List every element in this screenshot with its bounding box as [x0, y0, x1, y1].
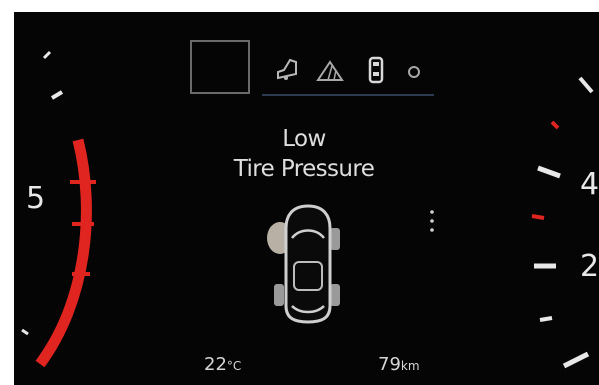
indicator-dot — [430, 228, 434, 232]
outside-temperature: 22°C — [204, 354, 241, 375]
tachometer-tick — [50, 90, 64, 100]
mode-icon-row — [272, 52, 437, 92]
speedometer-tick — [537, 165, 561, 179]
temperature-value: 22 — [204, 354, 227, 375]
temperature-unit: °C — [226, 359, 242, 373]
tachometer-redline-arc — [35, 138, 92, 368]
range-value: 79 — [378, 354, 401, 375]
info-box — [190, 40, 250, 94]
mode-underline — [262, 94, 434, 96]
tachometer-tick — [21, 328, 29, 336]
speedometer-number: 20 — [580, 249, 599, 284]
mode-icons — [277, 56, 420, 84]
indicator-dot — [430, 210, 434, 214]
car-door-icon — [368, 56, 384, 84]
instrument-cluster: 5 40 20 Low Tire Pres — [14, 12, 599, 385]
hill-road-icon — [316, 60, 344, 81]
vehicle-tilt-icon — [277, 58, 297, 80]
speedometer-tick — [562, 351, 590, 369]
speedometer-tick — [539, 316, 553, 322]
speedometer-number: 40 — [580, 167, 599, 202]
car-tire-diagram — [267, 204, 340, 324]
range-unit: km — [400, 359, 420, 373]
warning-line-1: Low — [282, 126, 326, 152]
warning-line-2: Tire Pressure — [233, 156, 375, 182]
indicator-dot — [430, 219, 434, 223]
speedometer-tick — [550, 120, 560, 130]
tire-icon — [274, 284, 284, 306]
distance-to-empty: 79km — [378, 354, 420, 375]
tachometer-tick — [42, 50, 52, 60]
settings-dot-icon — [408, 66, 420, 78]
speedometer-tick — [531, 214, 545, 220]
car-body-icon — [284, 204, 332, 324]
tachometer-number: 5 — [26, 181, 46, 216]
speedometer-tick — [578, 76, 594, 94]
